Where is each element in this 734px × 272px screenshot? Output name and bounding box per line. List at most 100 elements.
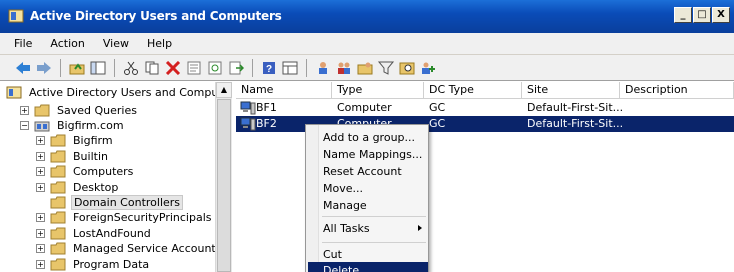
column-header-description[interactable]: Description	[620, 82, 734, 99]
expand-icon[interactable]: +	[36, 259, 45, 269]
new-user-icon[interactable]	[314, 59, 332, 77]
close-button[interactable]: X	[712, 7, 730, 23]
tree-item-label: Domain Controllers	[71, 194, 184, 210]
folder-icon	[50, 134, 66, 147]
tree-root-label: Active Directory Users and Computers	[29, 85, 232, 99]
expand-icon[interactable]: +	[36, 244, 45, 254]
context-menu: Add to a group... Name Mappings... Reset A…	[305, 124, 429, 272]
table-row[interactable]: BF1 Computer GC Default-First-Sit...	[236, 100, 734, 116]
new-ou-icon[interactable]	[356, 59, 374, 77]
minimize-button[interactable]: _	[674, 7, 692, 23]
forward-icon[interactable]	[35, 59, 53, 77]
folder-icon	[50, 165, 66, 178]
menu-item-label: Name Mappings...	[323, 148, 423, 161]
tree-item-label: Program Data	[73, 257, 150, 271]
menu-file[interactable]: File	[14, 37, 32, 50]
tree-item[interactable]: + Bigfirm	[36, 133, 115, 149]
cell-name: BF1	[256, 101, 277, 114]
tree-item-label: LostAndFound	[73, 226, 151, 240]
console-tree: Active Directory Users and Computers + Sa…	[0, 82, 232, 272]
column-header-type[interactable]: Type	[332, 82, 424, 99]
cell-name: BF2	[256, 117, 277, 130]
expand-icon[interactable]: +	[36, 151, 45, 161]
column-header-name[interactable]: Name	[236, 82, 332, 99]
menu-item-add-to-a-group[interactable]: Add to a group...	[308, 129, 428, 146]
menu-item-label: Reset Account	[323, 165, 402, 178]
menu-help[interactable]: Help	[147, 37, 172, 50]
folder-icon	[34, 104, 50, 116]
show-hide-tree-icon[interactable]	[89, 59, 107, 77]
tree-item[interactable]: − Bigfirm.com	[20, 117, 126, 133]
find-icon[interactable]	[398, 59, 416, 77]
menu-item-name-mappings[interactable]: Name Mappings...	[308, 146, 428, 163]
menu-bar: File Action View Help	[0, 33, 734, 55]
folder-icon	[50, 211, 66, 224]
tree-item[interactable]: + LostAndFound	[36, 225, 153, 241]
expand-icon[interactable]: +	[36, 167, 45, 177]
add-member-icon[interactable]	[419, 59, 437, 77]
menu-item-label: Cut	[323, 248, 342, 261]
cell-type: Computer	[337, 101, 392, 114]
tree-item[interactable]: + Saved Queries	[20, 102, 139, 118]
tree-scrollbar[interactable]: ▲	[215, 82, 232, 272]
column-header-dc-type[interactable]: DC Type	[424, 82, 522, 99]
collapse-icon[interactable]: −	[20, 120, 29, 130]
menu-item-all-tasks[interactable]: All Tasks	[308, 220, 428, 237]
scroll-up-arrow[interactable]: ▲	[216, 82, 232, 98]
tree-item-label: Bigfirm.com	[57, 118, 124, 132]
tree-item[interactable]: Domain Controllers	[36, 194, 184, 210]
menu-item-label: Manage	[323, 199, 367, 212]
tree-item[interactable]: + Builtin	[36, 148, 110, 164]
menu-item-move[interactable]: Move...	[308, 180, 428, 197]
expand-icon[interactable]: +	[36, 182, 45, 192]
back-icon[interactable]	[14, 59, 32, 77]
ad-root-icon	[6, 86, 22, 98]
menu-separator	[322, 242, 426, 243]
tree-item-label: Builtin	[73, 149, 108, 163]
cell-dc-type: GC	[429, 117, 446, 130]
menu-item-manage[interactable]: Manage	[308, 197, 428, 214]
tree-root[interactable]: Active Directory Users and Computers	[6, 84, 232, 100]
menu-item-cut[interactable]: Cut	[308, 246, 428, 263]
cell-site: Default-First-Sit...	[527, 101, 624, 114]
folder-icon	[50, 242, 66, 255]
copy-icon[interactable]	[143, 59, 161, 77]
tree-item-label: Computers	[73, 165, 134, 179]
view-icon[interactable]	[281, 59, 299, 77]
cut-icon[interactable]	[122, 59, 140, 77]
help-icon[interactable]: ?	[260, 59, 278, 77]
maximize-button[interactable]: □	[693, 7, 711, 23]
scroll-thumb[interactable]	[217, 99, 231, 272]
up-folder-icon[interactable]	[68, 59, 86, 77]
folder-icon	[50, 258, 66, 270]
tree-item[interactable]: + Desktop	[36, 179, 120, 195]
expand-icon[interactable]: +	[20, 105, 29, 115]
delete-icon[interactable]	[164, 59, 182, 77]
refresh-icon[interactable]	[206, 59, 224, 77]
expand-icon[interactable]: +	[36, 136, 45, 146]
tree-item[interactable]: + Program Data	[36, 256, 151, 272]
tree-item-label: ForeignSecurityPrincipals	[73, 211, 212, 225]
expand-icon[interactable]: +	[36, 213, 45, 223]
tree-item[interactable]: + Managed Service Accounts	[36, 241, 223, 257]
menu-item-delete[interactable]: Delete	[308, 262, 428, 272]
folder-icon	[50, 150, 66, 163]
tree-item-label: Saved Queries	[57, 103, 137, 117]
cell-dc-type: GC	[429, 101, 446, 114]
submenu-arrow-icon	[418, 225, 422, 231]
expand-icon[interactable]: +	[36, 228, 45, 238]
folder-icon	[50, 196, 66, 209]
folder-icon	[50, 227, 66, 240]
tree-item-label: Managed Service Accounts	[73, 242, 222, 256]
export-icon[interactable]	[227, 59, 245, 77]
properties-icon[interactable]	[185, 59, 203, 77]
menu-action[interactable]: Action	[50, 37, 84, 50]
new-group-icon[interactable]	[335, 59, 353, 77]
tree-item[interactable]: + Computers	[36, 164, 135, 180]
domain-icon	[34, 121, 50, 132]
column-header-site[interactable]: Site	[522, 82, 620, 99]
menu-item-reset-account[interactable]: Reset Account	[308, 163, 428, 180]
filter-icon[interactable]	[377, 59, 395, 77]
menu-view[interactable]: View	[103, 37, 129, 50]
tree-item[interactable]: + ForeignSecurityPrincipals	[36, 210, 214, 226]
